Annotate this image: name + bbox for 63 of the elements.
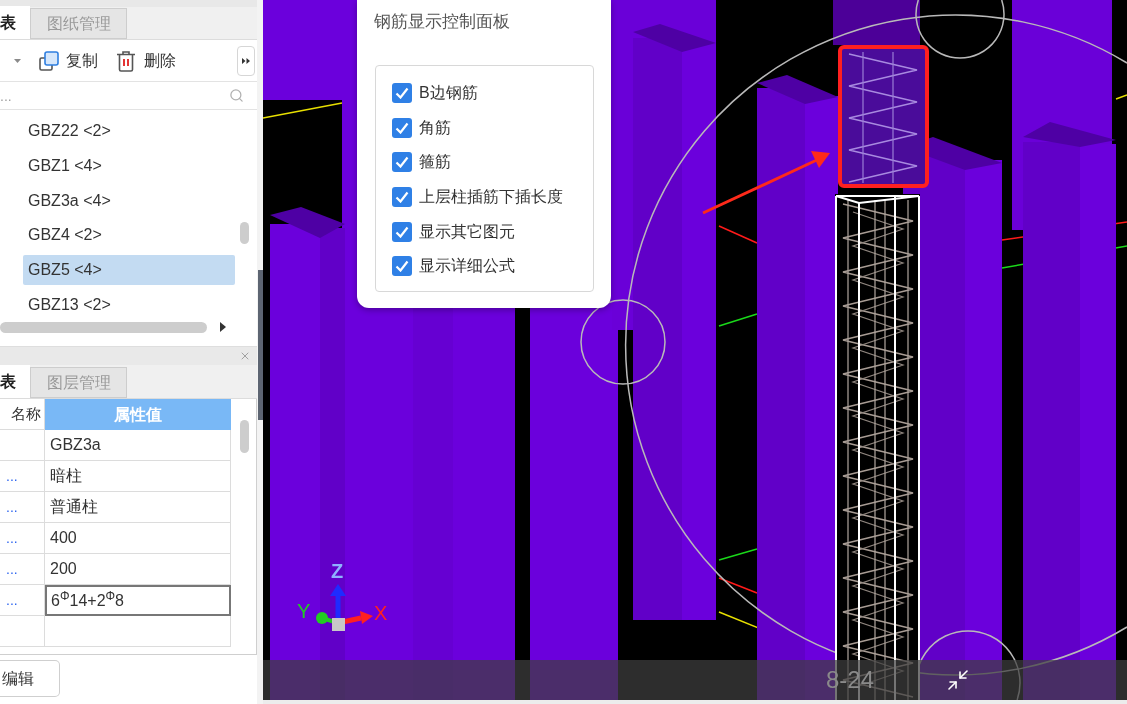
property-value-cell[interactable]: 400 xyxy=(45,523,231,554)
origin-cube-icon xyxy=(332,618,345,631)
checkbox-label[interactable]: 上层柱插筋下插长度 xyxy=(419,185,563,210)
column-header: 名称 xyxy=(0,399,45,430)
grid-line xyxy=(718,548,758,561)
checkbox-label[interactable]: 显示详细公式 xyxy=(419,254,515,279)
grid-line xyxy=(718,225,758,244)
property-name-cell: ... xyxy=(0,492,45,523)
list-item[interactable]: GBZ3a <4> xyxy=(23,185,235,216)
grid-line xyxy=(718,577,758,594)
axis-label: Y xyxy=(297,600,311,622)
list-item[interactable]: GBZ1 <4> xyxy=(23,150,235,181)
list-item[interactable]: GBZ5 <4> xyxy=(23,255,235,286)
delete-button[interactable]: 删除 xyxy=(116,45,176,76)
property-value-cell[interactable] xyxy=(45,616,231,647)
property-name-cell: ... xyxy=(0,461,45,492)
panel-tab[interactable]: 表 xyxy=(0,6,30,39)
panel-tab[interactable]: 表 xyxy=(0,365,30,398)
double-chevron-icon xyxy=(242,57,250,64)
checkbox-label[interactable]: B边钢筋 xyxy=(419,81,478,106)
checkbox[interactable] xyxy=(392,221,412,242)
list-item[interactable]: GBZ22 <2> xyxy=(23,116,235,146)
checkbox-label[interactable]: 箍筋 xyxy=(419,150,451,175)
search-icon[interactable] xyxy=(229,88,244,103)
collapse-icon[interactable] xyxy=(946,668,970,692)
trash-icon xyxy=(116,49,136,72)
property-value-cell[interactable]: 暗柱 xyxy=(45,461,231,492)
scrollbar-thumb[interactable] xyxy=(240,222,249,244)
list-item[interactable]: GBZ4 <2> xyxy=(23,220,235,251)
property-name-cell: ... xyxy=(0,585,45,616)
grid-line xyxy=(718,313,758,327)
property-name-cell xyxy=(0,430,45,461)
close-icon[interactable] xyxy=(239,350,251,362)
caret-icon[interactable] xyxy=(14,58,21,63)
axis-label: Z xyxy=(331,560,344,582)
axis-label: X xyxy=(374,602,388,624)
copy-icon xyxy=(38,49,60,72)
property-name-cell xyxy=(0,616,45,647)
scroll-right-arrow-icon[interactable] xyxy=(220,322,226,332)
grid-line xyxy=(1115,94,1127,100)
checkbox[interactable] xyxy=(392,117,412,138)
z-axis-arrow-icon xyxy=(330,584,346,620)
panel-title: 钢筋显示控制面板 xyxy=(374,11,511,33)
property-value-cell[interactable]: 普通柱 xyxy=(45,492,231,523)
property-value-cell[interactable]: 200 xyxy=(45,554,231,585)
edit-button[interactable]: 编辑 xyxy=(0,660,60,697)
property-name-cell: ... xyxy=(0,523,45,554)
list-item[interactable]: GBZ13 <2> xyxy=(23,290,235,320)
splitter-handle[interactable] xyxy=(258,270,263,420)
checkbox-label[interactable]: 显示其它图元 xyxy=(419,219,515,244)
more-button[interactable] xyxy=(237,45,255,76)
column-header: 属性值 xyxy=(45,399,231,430)
property-value-cell[interactable]: GBZ3a xyxy=(45,430,231,461)
property-value-cell[interactable]: 6$^{Φ}$14+2$^{Φ}$8 xyxy=(45,585,231,616)
scrollbar-thumb[interactable] xyxy=(240,420,249,453)
checkbox[interactable] xyxy=(392,83,412,104)
checkbox[interactable] xyxy=(392,187,412,208)
checkbox[interactable] xyxy=(392,256,412,277)
property-name-cell: ... xyxy=(0,554,45,585)
checkbox-label[interactable]: 角筋 xyxy=(419,115,451,140)
copy-button[interactable]: 复制 xyxy=(38,45,98,76)
checkbox[interactable] xyxy=(392,152,412,173)
scrollbar-thumb[interactable] xyxy=(0,321,207,333)
